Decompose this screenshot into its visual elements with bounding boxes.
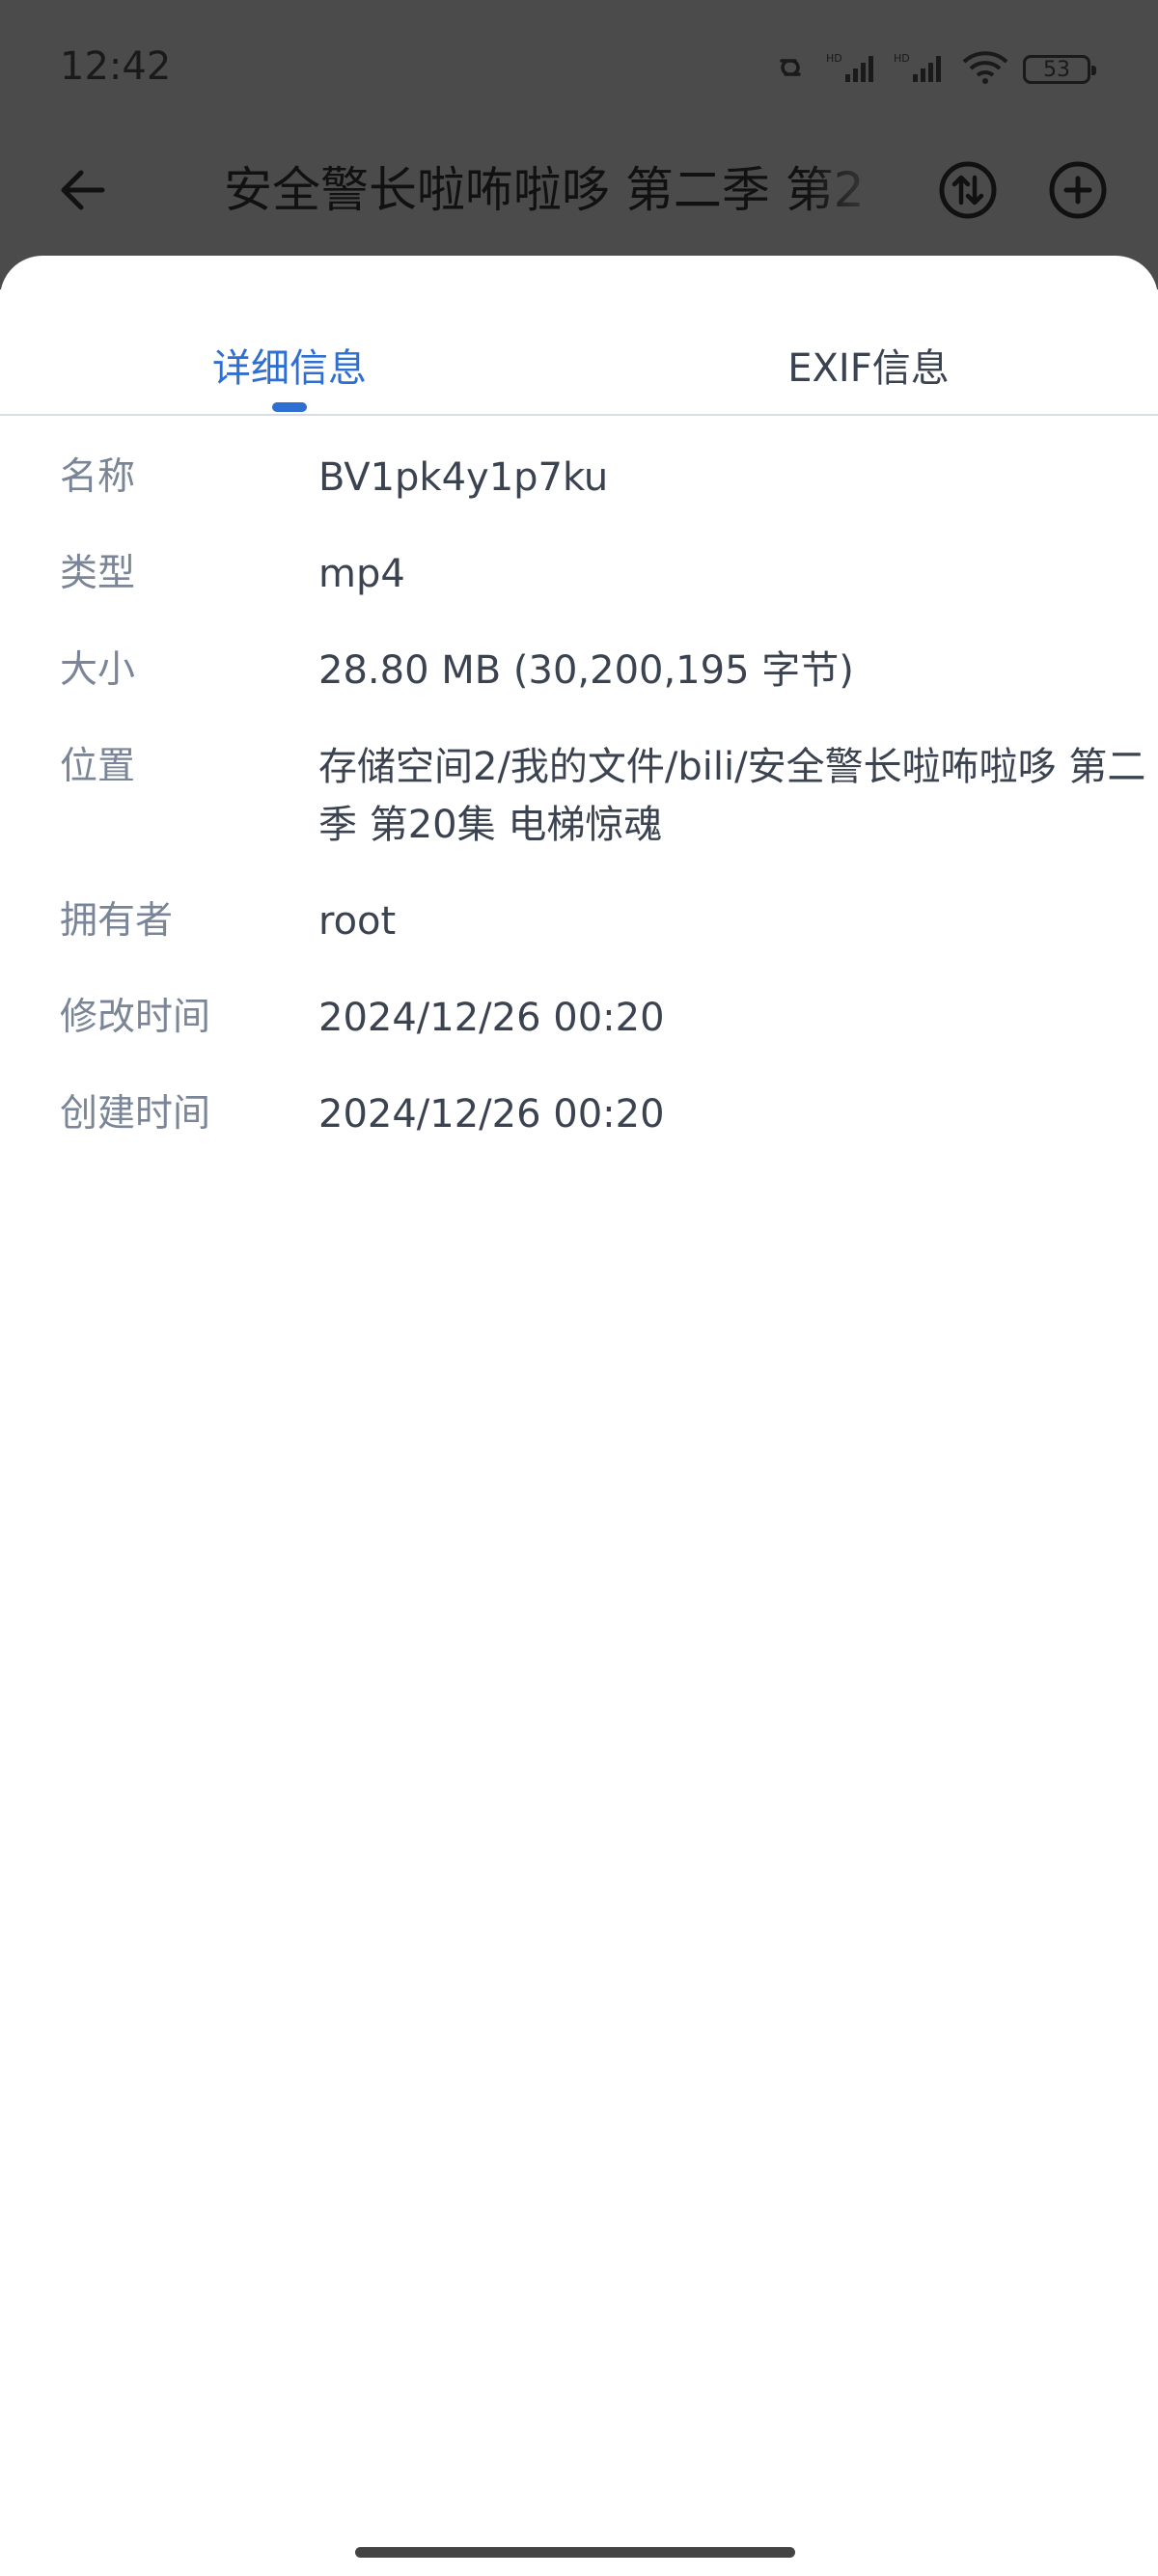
detail-row-modified: 修改时间 2024/12/26 00:20 [0, 989, 1158, 1047]
detail-label: 位置 [60, 745, 136, 788]
detail-label: 名称 [60, 455, 136, 499]
details-sheet: 详细信息 EXIF信息 名称 BV1pk4y1p7ku 类型 mp4 大小 28… [0, 256, 1158, 2576]
detail-row-created: 创建时间 2024/12/26 00:20 [0, 1085, 1158, 1143]
detail-row-location: 位置 存储空间2/我的文件/bili/安全警长啦咘啦哆 第二季 第20集 电梯惊… [0, 738, 1158, 854]
home-indicator[interactable] [355, 2547, 795, 2558]
detail-value: BV1pk4y1p7ku [318, 455, 609, 500]
detail-label: 修改时间 [60, 996, 211, 1039]
tab-exif[interactable]: EXIF信息 [724, 335, 1013, 402]
detail-value: 2024/12/26 00:20 [318, 1092, 665, 1137]
detail-row-owner: 拥有者 root [0, 892, 1158, 950]
status-bar: 12:42 HD HD 53 [0, 0, 1158, 135]
status-time: 12:42 [60, 44, 172, 89]
details-list: 名称 BV1pk4y1p7ku 类型 mp4 大小 28.80 MB (30,2… [0, 449, 1158, 1182]
detail-value: 2024/12/26 00:20 [318, 996, 665, 1040]
wifi-icon [961, 50, 1009, 89]
back-arrow-icon [61, 170, 105, 210]
app-title: 安全警长啦咘啦哆 第二季 第2 [224, 162, 865, 218]
detail-label: 大小 [60, 648, 136, 692]
detail-label: 拥有者 [60, 899, 174, 943]
back-button[interactable] [48, 156, 116, 224]
add-icon [1049, 161, 1107, 219]
tab-details[interactable]: 详细信息 [145, 335, 434, 402]
sort-icon [939, 161, 997, 219]
detail-label: 类型 [60, 552, 136, 595]
status-icons: HD HD 53 [768, 48, 1096, 91]
signal-hd-icon: HD [826, 51, 880, 88]
tab-bar: 详细信息 EXIF信息 [0, 256, 1158, 416]
battery-icon: 53 [1023, 55, 1096, 84]
background-app: 12:42 HD HD 53 安全警长啦咘啦哆 第二季 第2 [0, 0, 1158, 289]
app-bar: 安全警长啦咘啦哆 第二季 第2 [0, 135, 1158, 260]
detail-value: 28.80 MB (30,200,195 字节) [318, 648, 854, 693]
svg-text:HD: HD [894, 52, 910, 65]
tab-indicator [272, 402, 307, 412]
link-icon [768, 53, 813, 86]
detail-row-size: 大小 28.80 MB (30,200,195 字节) [0, 642, 1158, 699]
detail-value: mp4 [318, 552, 405, 596]
detail-value: 存储空间2/我的文件/bili/安全警长啦咘啦哆 第二季 第20集 电梯惊魂 [318, 745, 1146, 847]
add-button[interactable] [1044, 156, 1112, 224]
detail-row-name: 名称 BV1pk4y1p7ku [0, 449, 1158, 507]
sort-button[interactable] [934, 156, 1002, 224]
detail-row-type: 类型 mp4 [0, 545, 1158, 603]
detail-label: 创建时间 [60, 1092, 211, 1136]
signal-hd-icon: HD [894, 51, 948, 88]
detail-value: root [318, 899, 397, 944]
svg-text:HD: HD [826, 52, 842, 65]
battery-level: 53 [1043, 57, 1070, 82]
